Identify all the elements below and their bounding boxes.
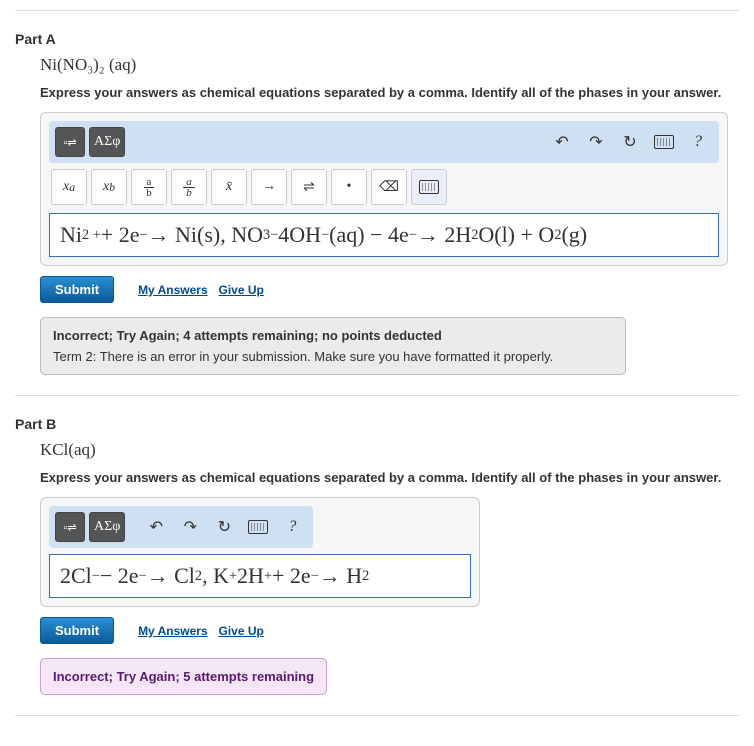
redo-icon[interactable]: ↷ [175,512,205,542]
feedback-title-a: Incorrect; Try Again; 4 attempts remaini… [53,328,613,343]
bottom-divider [15,715,739,716]
part-a-title: Part A [15,31,739,47]
actions-a: Submit My Answers Give Up [40,276,739,303]
greek-button[interactable]: ΑΣφ [89,512,125,542]
part-b-instructions: Express your answers as chemical equatio… [40,470,739,485]
part-b-title: Part B [15,416,739,432]
toolbar-row-b: ▫⇌ ΑΣφ ↶ ↷ ↻ ? [49,506,313,548]
feedback-title-b: Incorrect; Try Again; 5 attempts remaini… [53,669,314,684]
feedback-box-a: Incorrect; Try Again; 4 attempts remaini… [40,317,626,375]
arrow-button[interactable]: → [251,169,287,205]
superscript-button[interactable]: xa [51,169,87,205]
top-divider [15,10,739,11]
equation-editor-a: ▫⇌ ΑΣφ ↶ ↷ ↻ ? xa xb ab ab x̄ → ⇌ • ⌫ [40,112,728,266]
undo-icon[interactable]: ↶ [547,127,577,157]
submit-button[interactable]: Submit [40,617,114,644]
part-b: Part B KCl(aq) Express your answers as c… [15,416,739,695]
keyboard-icon[interactable] [243,512,273,542]
mid-divider [15,395,739,396]
keyboard-toggle-button[interactable] [411,169,447,205]
part-b-formula: KCl(aq) [40,440,739,460]
feedback-body-a: Term 2: There is an error in your submis… [53,349,613,364]
keyboard-icon[interactable] [649,127,679,157]
feedback-box-b: Incorrect; Try Again; 5 attempts remaini… [40,658,327,695]
part-a-instructions: Express your answers as chemical equatio… [40,85,739,100]
fraction-button[interactable]: ab [171,169,207,205]
my-answers-link[interactable]: My Answers [138,283,208,297]
help-icon[interactable]: ? [683,127,713,157]
part-a-formula: Ni(NO₃)₂ (aq) [40,55,739,75]
greek-button[interactable]: ΑΣφ [89,127,125,157]
answer-input-a[interactable]: Ni2 + + 2e− → Ni(s), NO3− 4OH−(aq) − 4e−… [49,213,719,257]
dot-button[interactable]: • [331,169,367,205]
reset-icon[interactable]: ↻ [615,127,645,157]
redo-icon[interactable]: ↷ [581,127,611,157]
actions-b: Submit My Answers Give Up [40,617,739,644]
answer-input-b[interactable]: 2Cl− − 2e− → Cl2 , K+ 2H+ + 2e− → H2 [49,554,471,598]
my-answers-link[interactable]: My Answers [138,624,208,638]
template-button[interactable]: ▫⇌ [55,127,85,157]
backspace-button[interactable]: ⌫ [371,169,407,205]
submit-button[interactable]: Submit [40,276,114,303]
give-up-link[interactable]: Give Up [219,624,264,638]
give-up-link[interactable]: Give Up [219,283,264,297]
xbar-button[interactable]: x̄ [211,169,247,205]
subscript-button[interactable]: xb [91,169,127,205]
part-a: Part A Ni(NO₃)₂ (aq) Express your answer… [15,31,739,375]
template-button[interactable]: ▫⇌ [55,512,85,542]
toolbar-row-1: ▫⇌ ΑΣφ ↶ ↷ ↻ ? [49,121,719,163]
reset-icon[interactable]: ↻ [209,512,239,542]
small-fraction-button[interactable]: ab [131,169,167,205]
equilibrium-button[interactable]: ⇌ [291,169,327,205]
undo-icon[interactable]: ↶ [141,512,171,542]
symbol-row: xa xb ab ab x̄ → ⇌ • ⌫ [49,169,719,205]
help-icon[interactable]: ? [277,512,307,542]
equation-editor-b: ▫⇌ ΑΣφ ↶ ↷ ↻ ? 2Cl− − 2e− → Cl2 , K+ 2H+… [40,497,480,607]
